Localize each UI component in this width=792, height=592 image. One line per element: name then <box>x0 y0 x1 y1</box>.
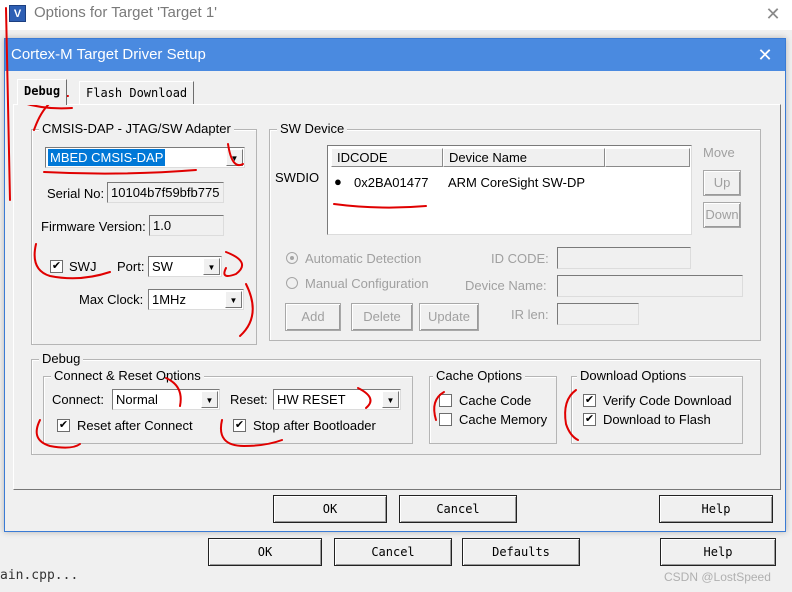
bg-cancel-button[interactable]: Cancel <box>334 538 452 566</box>
connect-reset-group <box>43 376 413 444</box>
bg-ok-button[interactable]: OK <box>208 538 322 566</box>
maxclock-select-value: 1MHz <box>152 292 186 307</box>
cache-code-label: Cache Code <box>459 393 532 408</box>
verify-download-checkbox[interactable]: ✔ <box>583 394 596 407</box>
serial-field[interactable]: 10104b7f59bfb775 <box>107 182 224 203</box>
dialog-title: Cortex-M Target Driver Setup <box>11 46 206 63</box>
chevron-down-icon[interactable]: ▼ <box>201 391 218 408</box>
reset-after-connect-label: Reset after Connect <box>77 418 193 433</box>
firmware-field[interactable]: 1.0 <box>149 215 224 236</box>
connect-select-value: Normal <box>116 392 158 407</box>
auto-detect-radio[interactable] <box>286 252 298 264</box>
connect-select[interactable]: Normal ▼ <box>112 389 220 410</box>
bg-close-icon[interactable]: ✕ <box>758 2 788 26</box>
radio-dot-icon <box>290 256 294 260</box>
adapter-select-value: MBED CMSIS-DAP <box>48 149 166 166</box>
adapter-select[interactable]: MBED CMSIS-DAP ▼ <box>45 147 245 168</box>
verify-download-label: Verify Code Download <box>603 393 732 408</box>
ir-len-field[interactable] <box>557 303 639 325</box>
bg-window-titlebar: V Options for Target 'Target 1' ✕ <box>0 0 792 30</box>
bg-editor-text: ain.cpp... <box>0 568 79 583</box>
firmware-label: Firmware Version: <box>41 219 146 234</box>
cache-options-group <box>429 376 557 444</box>
swj-checkbox[interactable]: ✔ <box>50 260 63 273</box>
bg-help-button[interactable]: Help <box>660 538 776 566</box>
cancel-button[interactable]: Cancel <box>399 495 517 523</box>
cache-options-legend: Cache Options <box>433 368 525 383</box>
idcode-label: ID CODE: <box>491 251 549 266</box>
tab-debug[interactable]: Debug <box>17 79 68 105</box>
help-button[interactable]: Help <box>659 495 773 523</box>
column-header-idcode[interactable]: IDCODE <box>331 148 443 167</box>
watermark: CSDN @LostSpeed <box>664 570 771 584</box>
maxclock-label: Max Clock: <box>79 292 144 307</box>
cache-code-checkbox[interactable] <box>439 394 452 407</box>
ir-len-label: IR len: <box>511 307 549 322</box>
adapter-group-legend: CMSIS-DAP - JTAG/SW Adapter <box>39 121 234 136</box>
connect-label: Connect: <box>52 392 105 407</box>
check-icon: ✔ <box>234 419 245 431</box>
stop-after-bootloader-label: Stop after Bootloader <box>253 418 376 433</box>
dialog-titlebar: Cortex-M Target Driver Setup ✕ <box>5 39 785 71</box>
port-select[interactable]: SW ▼ <box>148 256 222 277</box>
download-options-legend: Download Options <box>577 368 690 383</box>
check-icon: ✔ <box>584 394 595 406</box>
download-flash-label: Download to Flash <box>603 412 711 427</box>
download-options-group <box>571 376 743 444</box>
dialog-close-icon[interactable]: ✕ <box>749 42 781 68</box>
check-icon: ✔ <box>58 419 69 431</box>
column-header-spacer <box>605 148 690 167</box>
manual-config-label: Manual Configuration <box>305 276 429 291</box>
reset-select-value: HW RESET <box>277 392 346 407</box>
cache-memory-checkbox[interactable] <box>439 413 452 426</box>
sw-device-list[interactable]: IDCODE Device Name ● 0x2BA01477 ARM Core… <box>327 145 692 235</box>
swdio-label: SWDIO <box>275 170 320 185</box>
port-label: Port: <box>117 259 145 274</box>
bg-defaults-button[interactable]: Defaults <box>462 538 580 566</box>
connect-reset-legend: Connect & Reset Options <box>51 368 204 383</box>
ok-button[interactable]: OK <box>273 495 387 523</box>
manual-config-radio[interactable] <box>286 277 298 289</box>
swj-label: SWJ <box>69 259 97 274</box>
update-button[interactable]: Update <box>419 303 479 331</box>
device-name-field[interactable] <box>557 275 743 297</box>
sw-device-legend: SW Device <box>277 121 348 136</box>
idcode-field[interactable] <box>557 247 691 269</box>
device-name-label: Device Name: <box>465 278 547 293</box>
tab-flash-download[interactable]: Flash Download <box>79 81 195 105</box>
cache-memory-label: Cache Memory <box>459 412 548 427</box>
serial-label: Serial No: <box>47 186 105 201</box>
port-select-value: SW <box>152 259 173 274</box>
keil-app-icon: V <box>9 5 26 22</box>
row-idcode: 0x2BA01477 <box>354 175 429 190</box>
check-icon: ✔ <box>584 413 595 425</box>
down-button[interactable]: Down <box>703 202 741 228</box>
target-driver-dialog: Cortex-M Target Driver Setup ✕ Debug Fla… <box>4 38 786 532</box>
up-button[interactable]: Up <box>703 170 741 196</box>
move-label: Move <box>703 145 735 160</box>
reset-label: Reset: <box>230 392 268 407</box>
delete-button[interactable]: Delete <box>351 303 413 331</box>
debug-group-legend: Debug <box>39 351 84 366</box>
chevron-down-icon[interactable]: ▼ <box>203 258 220 275</box>
reset-select[interactable]: HW RESET ▼ <box>273 389 401 410</box>
stop-after-bootloader-checkbox[interactable]: ✔ <box>233 419 246 432</box>
auto-detect-label: Automatic Detection <box>305 251 422 266</box>
chevron-down-icon[interactable]: ▼ <box>226 149 243 166</box>
check-icon: ✔ <box>51 260 62 272</box>
maxclock-select[interactable]: 1MHz ▼ <box>148 289 244 310</box>
bg-window-title: Options for Target 'Target 1' <box>34 4 218 21</box>
row-device-name: ARM CoreSight SW-DP <box>448 175 586 190</box>
reset-after-connect-checkbox[interactable]: ✔ <box>57 419 70 432</box>
chevron-down-icon[interactable]: ▼ <box>382 391 399 408</box>
add-button[interactable]: Add <box>285 303 341 331</box>
chevron-down-icon[interactable]: ▼ <box>225 291 242 308</box>
table-row[interactable]: ● 0x2BA01477 ARM CoreSight SW-DP <box>328 174 690 192</box>
download-flash-checkbox[interactable]: ✔ <box>583 413 596 426</box>
column-header-device-name[interactable]: Device Name <box>443 148 605 167</box>
radio-selected-icon: ● <box>334 174 342 189</box>
